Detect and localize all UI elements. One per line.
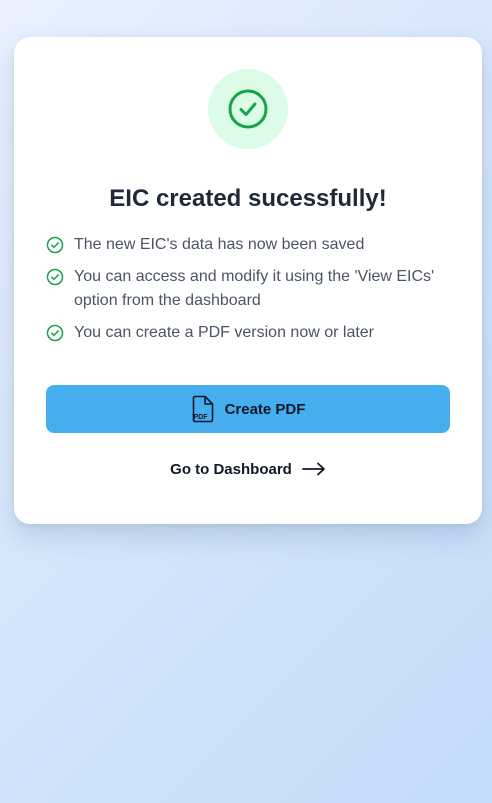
success-badge — [208, 69, 288, 149]
page-title: EIC created sucessfully! — [109, 185, 387, 212]
check-circle-icon — [228, 89, 268, 129]
arrow-right-icon — [301, 462, 325, 476]
create-pdf-button[interactable]: PDF Create PDF — [46, 385, 450, 433]
list-item-text: You can create a PDF version now or late… — [74, 324, 375, 341]
success-card: EIC created sucessfully! The new EIC's d… — [14, 37, 482, 524]
create-pdf-label: Create PDF — [224, 400, 306, 418]
list-item-text: The new EIC's data has now been saved — [74, 236, 365, 253]
check-circle-icon — [46, 324, 64, 342]
list-item: The new EIC's data has now been saved — [46, 233, 446, 257]
info-list: The new EIC's data has now been saved Yo… — [46, 233, 446, 353]
list-item: You can create a PDF version now or late… — [46, 321, 446, 345]
pdf-icon-text: PDF — [193, 414, 208, 421]
check-circle-icon — [46, 236, 64, 254]
go-to-dashboard-link[interactable]: Go to Dashboard — [14, 457, 482, 481]
check-circle-icon — [46, 268, 64, 286]
list-item: You can access and modify it using the '… — [46, 265, 446, 313]
list-item-text: You can access and modify it using the '… — [74, 268, 435, 309]
go-to-dashboard-label: Go to Dashboard — [170, 460, 292, 478]
pdf-file-icon: PDF — [192, 395, 213, 423]
